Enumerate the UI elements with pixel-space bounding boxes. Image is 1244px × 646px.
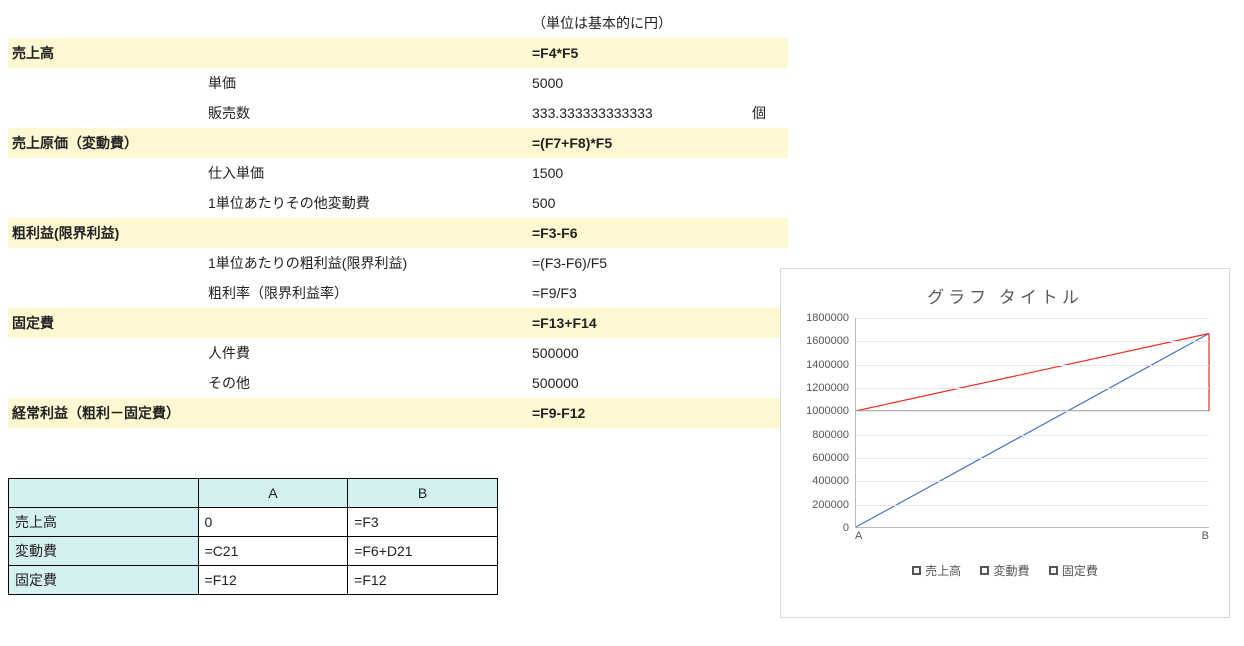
row-unit [748, 38, 788, 68]
mini-cell: 0 [198, 508, 348, 537]
y-tick: 400000 [812, 475, 849, 487]
row-unit [748, 128, 788, 158]
row-value: 500000 [528, 368, 748, 398]
chart-plot-area [855, 318, 1209, 528]
grid-line [856, 365, 1209, 366]
row-value: 5000 [528, 68, 748, 98]
row-label: 売上原価（変動費） [8, 128, 528, 158]
spacer [748, 8, 788, 38]
square-icon [980, 566, 989, 575]
row-label: 単価 [8, 68, 528, 98]
y-tick: 1200000 [806, 382, 849, 394]
mini-rowlabel: 変動費 [9, 537, 199, 566]
row-value: =F4*F5 [528, 38, 748, 68]
x-tick-a: A [855, 530, 862, 542]
chart-y-ticks: 0200000400000600000800000100000012000001… [795, 318, 853, 528]
row-unit [748, 68, 788, 98]
row-label: 1単位あたりの粗利益(限界利益) [8, 248, 528, 278]
chart-lines [856, 318, 1209, 527]
grid-line [856, 411, 1209, 412]
x-tick-b: B [1202, 530, 1209, 542]
row-value: =F9-F12 [528, 398, 748, 428]
y-tick: 1600000 [806, 335, 849, 347]
row-label: 粗利率（限界利益率） [8, 278, 528, 308]
grid-line [856, 505, 1209, 506]
row-label: 固定費 [8, 308, 528, 338]
chart-x-ticks: A B [855, 530, 1209, 548]
mini-cell: =F12 [348, 566, 498, 595]
grid-line [856, 435, 1209, 436]
y-tick: 600000 [812, 452, 849, 464]
square-icon [1049, 566, 1058, 575]
y-tick: 1400000 [806, 359, 849, 371]
spacer [8, 8, 528, 38]
row-unit [748, 158, 788, 188]
y-tick: 0 [843, 522, 849, 534]
y-tick: 1000000 [806, 405, 849, 417]
row-unit: 個 [748, 98, 788, 128]
square-icon [912, 566, 921, 575]
legend-item-sales: 売上高 [912, 562, 961, 579]
legend-item-variable: 変動費 [980, 562, 1029, 579]
mini-rowlabel: 売上高 [9, 508, 199, 537]
mini-table: A B 売上高 0 =F3 変動費 =C21 =F6+D21 固定費 =F12 … [8, 478, 498, 595]
grid-line [856, 341, 1209, 342]
chart-line-変動費 [856, 333, 1209, 410]
mini-header-blank [9, 479, 199, 508]
row-label: 経常利益（粗利－固定費） [8, 398, 528, 428]
grid-line [856, 458, 1209, 459]
row-value: =(F3-F6)/F5 [528, 248, 748, 278]
grid-line [856, 318, 1209, 319]
chart-title: グラフ タイトル [795, 283, 1215, 308]
row-label: 売上高 [8, 38, 528, 68]
mini-cell: =C21 [198, 537, 348, 566]
row-unit [748, 188, 788, 218]
mini-header-a: A [198, 479, 348, 508]
row-label: 1単位あたりその他変動費 [8, 188, 528, 218]
row-label: 人件費 [8, 338, 528, 368]
mini-header-b: B [348, 479, 498, 508]
row-label: その他 [8, 368, 528, 398]
chart-line-売上高 [856, 333, 1209, 527]
chart-legend: 売上高 変動費 固定費 [795, 562, 1215, 579]
chart: グラフ タイトル 0 200000 400000 600000 800000 100000… [780, 268, 1230, 618]
row-value: =F3-F6 [528, 218, 748, 248]
y-tick: 200000 [812, 499, 849, 511]
y-tick: 1800000 [806, 312, 849, 324]
mini-cell: =F6+D21 [348, 537, 498, 566]
row-value: 333.333333333333 [528, 98, 748, 128]
row-label: 粗利益(限界利益) [8, 218, 528, 248]
row-value: =F9/F3 [528, 278, 748, 308]
mini-rowlabel: 固定費 [9, 566, 199, 595]
mini-cell: =F3 [348, 508, 498, 537]
mini-cell: =F12 [198, 566, 348, 595]
row-unit [748, 218, 788, 248]
grid-line [856, 481, 1209, 482]
chart-plot: 0 200000 400000 600000 800000 1000000 1200000 1… [795, 318, 1215, 548]
row-value: =F13+F14 [528, 308, 748, 338]
row-label: 仕入単価 [8, 158, 528, 188]
legend-item-fixed: 固定費 [1049, 562, 1098, 579]
row-label: 販売数 [8, 98, 528, 128]
row-value: 500000 [528, 338, 748, 368]
y-tick: 800000 [812, 429, 849, 441]
unit-note: （単位は基本的に円） [528, 8, 748, 38]
row-value: =(F7+F8)*F5 [528, 128, 748, 158]
row-value: 1500 [528, 158, 748, 188]
grid-line [856, 388, 1209, 389]
row-value: 500 [528, 188, 748, 218]
